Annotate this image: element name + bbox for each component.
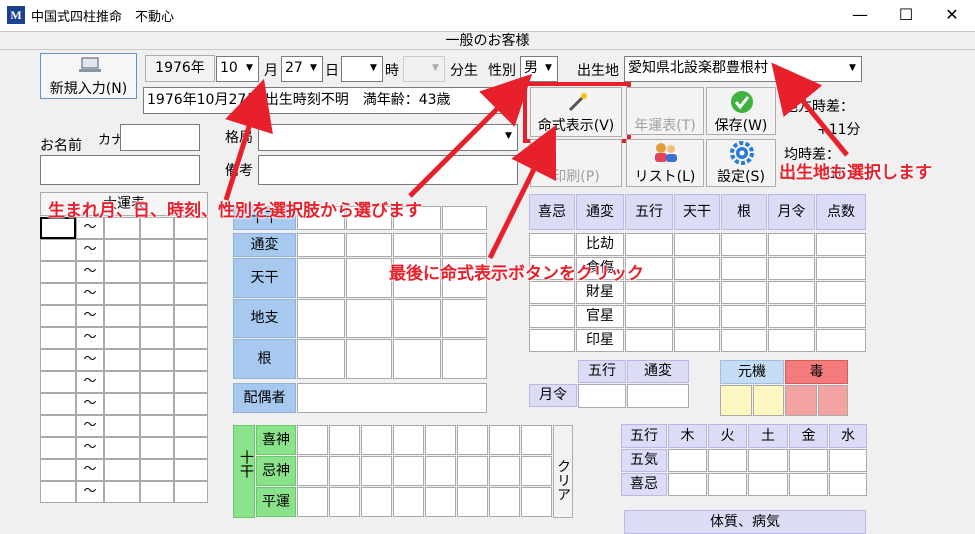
arrow-to-gender [408,73,533,198]
arrow-to-meishiki [487,125,557,260]
annotation-arrows [223,62,849,260]
arrow-to-birthplace [771,62,849,157]
arrow-to-month [223,78,273,201]
